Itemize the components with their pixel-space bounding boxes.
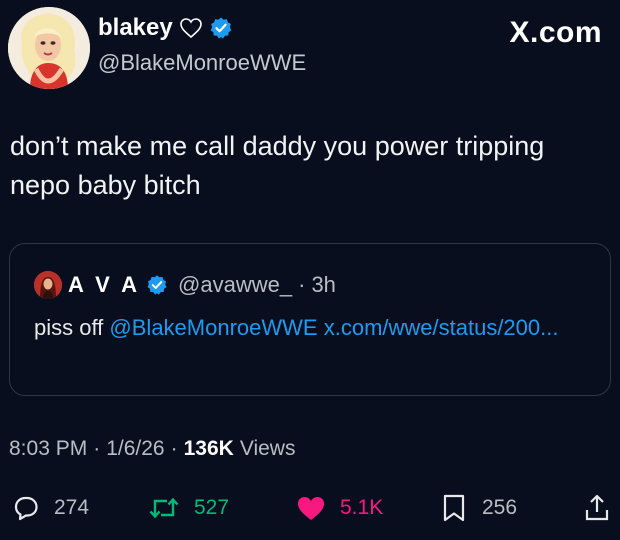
author-avatar[interactable] — [8, 7, 90, 89]
quoted-author-handle[interactable]: @avawwe_ — [178, 272, 292, 298]
bookmark-icon — [440, 493, 468, 523]
speech-bubble-icon — [12, 494, 40, 522]
tweet-time[interactable]: 8:03 PM — [9, 437, 87, 461]
like-button[interactable]: 5.1K — [296, 490, 383, 526]
quoted-tweet-text: piss off @BlakeMonroeWWE x.com/wwe/statu… — [34, 313, 594, 343]
tweet-actions-bar: 274 527 5.1K 256 — [0, 490, 620, 526]
tweet-text: don’t make me call daddy you power tripp… — [10, 131, 545, 200]
views-count: 136K — [183, 437, 234, 460]
quoted-author-name[interactable]: A V A — [68, 272, 140, 298]
author-name[interactable]: blakey — [98, 14, 173, 42]
bookmark-button[interactable]: 256 — [440, 490, 517, 526]
tweet-date[interactable]: 1/6/26 — [106, 437, 164, 461]
repost-arrows-icon — [148, 494, 180, 522]
heart-filled-icon — [296, 494, 326, 522]
repost-button[interactable]: 527 — [148, 490, 229, 526]
author-name-row: blakey — [98, 14, 233, 42]
reply-count: 274 — [54, 496, 90, 519]
quoted-tweet-header: A V A @avawwe_ · 3h — [34, 271, 336, 299]
quoted-author-avatar[interactable] — [34, 271, 62, 299]
quoted-status-link[interactable]: x.com/wwe/status/200... — [324, 315, 559, 340]
repost-count: 527 — [194, 496, 230, 519]
quoted-text-prefix: piss off — [34, 315, 110, 340]
bookmark-count: 256 — [482, 496, 518, 519]
reply-button[interactable]: 274 — [12, 490, 89, 526]
quoted-tweet-card[interactable]: A V A @avawwe_ · 3h piss off @BlakeMonro… — [9, 243, 611, 396]
author-handle[interactable]: @BlakeMonroeWWE — [98, 50, 306, 76]
x-com-watermark: X.com — [509, 16, 602, 49]
like-count: 5.1K — [340, 496, 384, 519]
share-upload-icon — [583, 493, 611, 523]
views-label: Views — [239, 437, 296, 460]
tweet-meta: 8:03 PM · 1/6/26 · 136K Views — [9, 437, 295, 461]
verified-badge-icon — [209, 16, 233, 40]
meta-separator: · — [93, 437, 101, 460]
quoted-mention-link[interactable]: @BlakeMonroeWWE — [109, 315, 317, 340]
quoted-verified-badge-icon — [146, 274, 168, 296]
heart-outline-icon — [179, 17, 203, 39]
share-button[interactable] — [583, 490, 611, 526]
quoted-timestamp[interactable]: 3h — [311, 272, 335, 298]
quoted-separator: · — [298, 272, 306, 297]
meta-separator: · — [170, 437, 178, 460]
